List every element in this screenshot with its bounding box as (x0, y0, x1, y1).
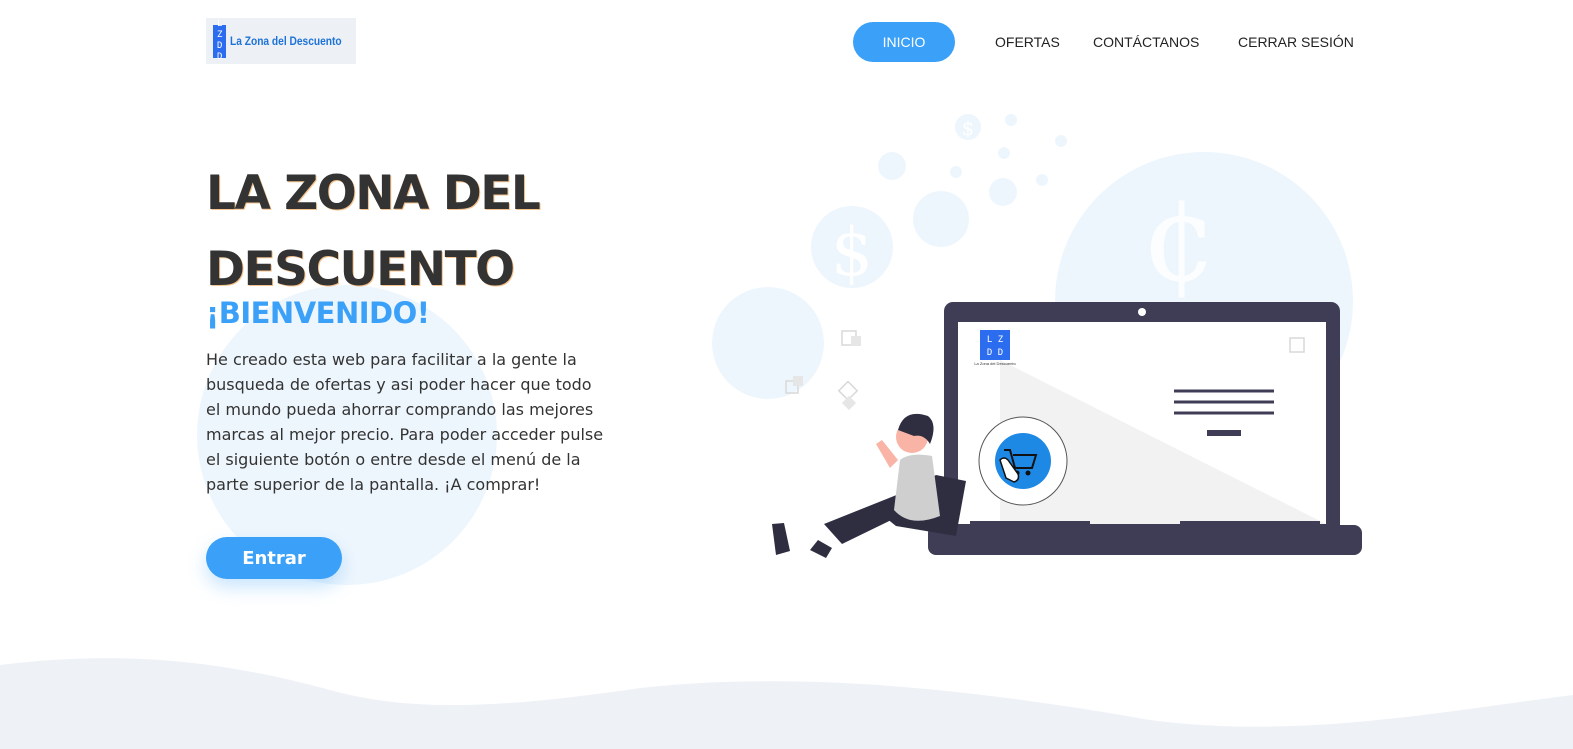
hero-description: He creado esta web para facilitar a la g… (206, 350, 604, 494)
wave-shape (0, 658, 1573, 749)
dollar-small-icon: $ (962, 116, 975, 140)
nav-ofertas[interactable]: OFERTAS (995, 22, 1060, 62)
laptop-camera (1138, 308, 1146, 316)
bubble (878, 152, 906, 180)
bubble (712, 287, 824, 399)
cart-wheel (1025, 470, 1031, 476)
logo-mark-icon: L Z D D (213, 19, 227, 62)
nav-cerrar-sesion[interactable]: CERRAR SESIÓN (1238, 22, 1354, 62)
bubble (913, 191, 969, 247)
floating-square (793, 376, 803, 386)
bottom-wave (0, 658, 1573, 749)
laptop-hinge (970, 521, 1090, 525)
hero-title: LA ZONA DEL DESCUENTO (206, 166, 541, 297)
bubble (950, 166, 962, 178)
site-logo[interactable]: L Z D D La Zona del Descuento (206, 18, 356, 64)
cent-icon: ¢ (1142, 170, 1218, 309)
enter-button[interactable]: Entrar (206, 537, 342, 579)
dollar-icon: $ (831, 214, 873, 291)
screen-button-shape (1207, 430, 1241, 436)
laptop-base (928, 525, 1362, 555)
screen-logo-line1: L Z (987, 335, 1004, 345)
floating-square (841, 395, 857, 411)
bubble (1005, 114, 1017, 126)
hero-subtitle: ¡BIENVENIDO! (206, 296, 430, 330)
person-shirt (894, 454, 940, 521)
top-navbar: L Z D D La Zona del Descuento INICIO OFE… (0, 0, 1573, 84)
bubble (1036, 174, 1048, 186)
person-shoe (810, 540, 832, 558)
person-shoe (772, 523, 790, 555)
bubble (1055, 135, 1067, 147)
logo-mark-line2: D D (217, 41, 227, 62)
nav-contactanos[interactable]: CONTÁCTANOS (1093, 22, 1199, 62)
bubble (998, 147, 1010, 159)
laptop-hinge (1180, 521, 1320, 525)
logo-mark-line1: L Z (217, 19, 227, 40)
bubble (989, 178, 1017, 206)
nav-inicio[interactable]: INICIO (853, 22, 955, 62)
screen-logo-caption: La Zona del Descuento (974, 361, 1016, 366)
floating-square (851, 336, 861, 346)
logo-text: La Zona del Descuento (230, 34, 343, 48)
hero-illustration: $ $ ¢ L Z D D La Zona del Descuento (712, 114, 1362, 558)
person-arm (876, 440, 898, 468)
screen-logo-line2: D D (987, 348, 1003, 358)
